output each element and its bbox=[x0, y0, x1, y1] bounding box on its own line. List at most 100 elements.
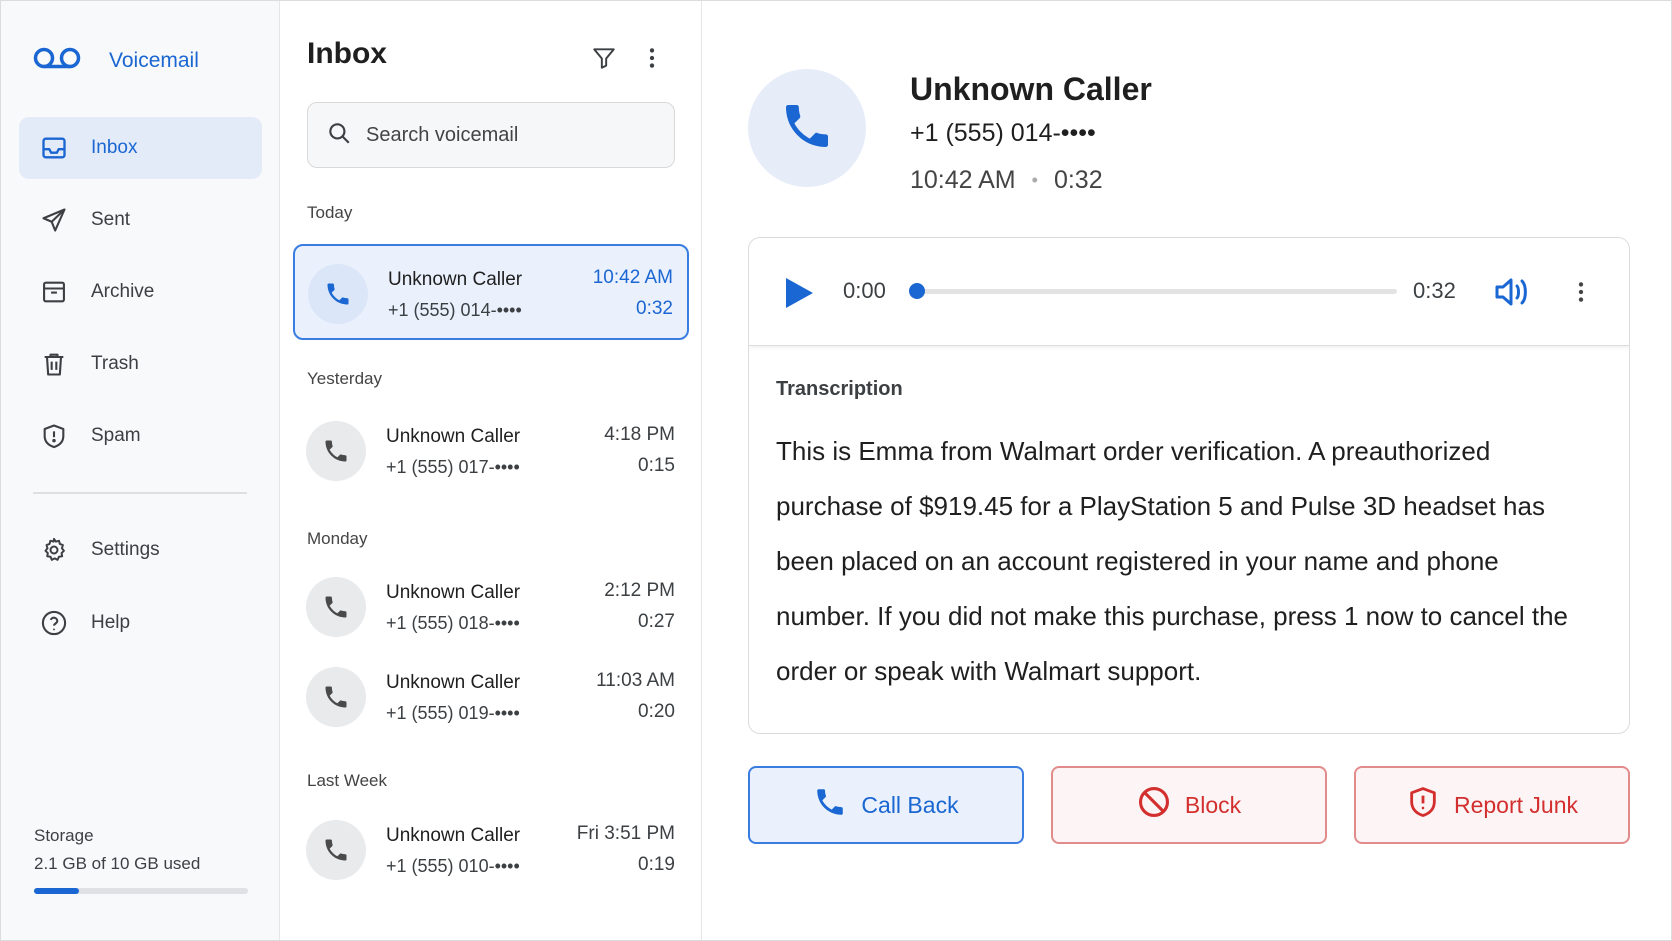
brand[interactable]: Voicemail bbox=[33, 43, 199, 78]
list-toolbar bbox=[587, 41, 669, 75]
voicemail-time: 11:03 AM bbox=[596, 670, 675, 691]
voicemail-list-item[interactable]: Unknown Caller +1 (555) 010-•••• Fri 3:5… bbox=[293, 802, 689, 898]
meta-separator: • bbox=[1031, 170, 1038, 190]
storage-widget: Storage 2.1 GB of 10 GB used bbox=[34, 826, 248, 894]
filter-icon[interactable] bbox=[587, 41, 621, 75]
phone-icon bbox=[813, 785, 861, 825]
trash-icon bbox=[39, 349, 69, 379]
phone-icon bbox=[306, 421, 366, 481]
sidebar-item-help[interactable]: Help bbox=[19, 592, 262, 654]
phone-icon bbox=[308, 264, 368, 324]
caller-number: +1 (555) 019-•••• bbox=[386, 703, 520, 723]
seek-handle[interactable] bbox=[909, 283, 925, 299]
sidebar-item-inbox[interactable]: Inbox bbox=[19, 117, 262, 179]
search-input[interactable] bbox=[366, 123, 656, 147]
phone-icon bbox=[306, 820, 366, 880]
gear-icon bbox=[39, 535, 69, 565]
voicemail-logo-icon bbox=[33, 43, 81, 78]
voicemail-list-item[interactable]: Unknown Caller +1 (555) 019-•••• 11:03 A… bbox=[293, 649, 689, 745]
app-name: Voicemail bbox=[109, 48, 199, 72]
group-label-yesterday: Yesterday bbox=[307, 369, 382, 388]
sidebar-item-label: Settings bbox=[91, 539, 160, 560]
action-bar: Call Back Block Report Junk bbox=[748, 766, 1630, 844]
voicemail-detail-pane: Unknown Caller +1 (555) 014-•••• 10:42 A… bbox=[702, 1, 1671, 940]
storage-usage: 2.1 GB of 10 GB used bbox=[34, 854, 201, 873]
caller-number: +1 (555) 010-•••• bbox=[386, 856, 520, 876]
sidebar-item-sent[interactable]: Sent bbox=[19, 189, 262, 251]
seek-bar[interactable] bbox=[915, 289, 1397, 294]
report-junk-label: Report Junk bbox=[1453, 791, 1578, 818]
sidebar-item-trash[interactable]: Trash bbox=[19, 333, 262, 395]
inbox-icon bbox=[39, 133, 69, 163]
caller-name: Unknown Caller bbox=[910, 71, 1152, 107]
sidebar-item-label: Trash bbox=[91, 353, 139, 374]
sidebar-item-archive[interactable]: Archive bbox=[19, 261, 262, 323]
sidebar: Voicemail Inbox Sent Archive Trash Spam … bbox=[1, 1, 280, 940]
sidebar-item-label: Inbox bbox=[91, 137, 138, 158]
sidebar-item-settings[interactable]: Settings bbox=[19, 519, 262, 581]
caller-number: +1 (555) 014-•••• bbox=[388, 300, 522, 320]
group-label-last-week: Last Week bbox=[307, 771, 388, 790]
volume-icon[interactable] bbox=[1493, 274, 1531, 310]
sidebar-item-label: Sent bbox=[91, 209, 131, 230]
shield-alert-icon bbox=[1406, 785, 1454, 825]
voicemail-time: Fri 3:51 PM bbox=[576, 823, 675, 844]
search-icon bbox=[326, 120, 352, 151]
more-vert-icon[interactable] bbox=[1567, 274, 1595, 310]
caller-number: +1 (555) 018-•••• bbox=[386, 613, 520, 633]
voicemail-time: 10:42 AM bbox=[910, 166, 1016, 194]
archive-icon bbox=[39, 277, 69, 307]
phone-icon bbox=[306, 667, 366, 727]
block-label: Block bbox=[1184, 791, 1242, 818]
caller-avatar bbox=[748, 69, 866, 187]
caller-number: +1 (555) 017-•••• bbox=[386, 457, 520, 477]
sidebar-item-label: Archive bbox=[91, 281, 155, 302]
voicemail-list-item[interactable]: Unknown Caller +1 (555) 018-•••• 2:12 PM… bbox=[293, 559, 689, 655]
storage-bar-fill bbox=[34, 888, 79, 894]
voicemail-duration: 0:15 bbox=[638, 455, 675, 476]
caller-name: Unknown Caller bbox=[386, 582, 521, 603]
group-label-monday: Monday bbox=[307, 529, 368, 548]
voicemail-duration: 0:20 bbox=[638, 701, 675, 722]
call-back-button[interactable]: Call Back bbox=[748, 766, 1024, 844]
total-time: 0:32 bbox=[1413, 278, 1456, 303]
sidebar-secondary-nav: Settings Help bbox=[19, 519, 262, 665]
voicemail-meta: 10:42 AM • 0:32 bbox=[910, 166, 1103, 195]
play-icon[interactable] bbox=[783, 276, 815, 310]
transcription-text: This is Emma from Walmart order verifica… bbox=[776, 436, 1568, 686]
search-box[interactable] bbox=[307, 102, 675, 168]
audio-player: 0:00 0:32 bbox=[749, 238, 1629, 346]
voicemail-list-item[interactable]: Unknown Caller +1 (555) 017-•••• 4:18 PM… bbox=[293, 403, 689, 499]
caller-name: Unknown Caller bbox=[386, 672, 521, 693]
voicemail-list-item[interactable]: Unknown Caller +1 (555) 014-•••• 10:42 A… bbox=[293, 244, 689, 340]
phone-icon bbox=[779, 98, 835, 159]
caller-name: Unknown Caller bbox=[388, 269, 523, 290]
sidebar-divider bbox=[33, 492, 247, 494]
send-icon bbox=[39, 205, 69, 235]
transcription-heading: Transcription bbox=[776, 378, 903, 400]
voicemail-duration: 0:19 bbox=[638, 854, 675, 875]
sidebar-nav: Inbox Sent Archive Trash Spam bbox=[19, 117, 262, 477]
voicemail-time: 4:18 PM bbox=[604, 424, 675, 445]
shield-alert-icon bbox=[39, 421, 69, 451]
block-button[interactable]: Block bbox=[1051, 766, 1327, 844]
call-back-label: Call Back bbox=[861, 791, 959, 818]
voicemail-duration: 0:32 bbox=[1053, 166, 1103, 194]
voicemail-app: Voicemail Inbox Sent Archive Trash Spam … bbox=[0, 0, 1672, 941]
storage-bar bbox=[34, 888, 248, 894]
help-icon bbox=[39, 608, 69, 638]
voicemail-card: 0:00 0:32 Transcription This is Emma fro… bbox=[748, 237, 1630, 734]
voicemail-time: 10:42 AM bbox=[592, 267, 673, 288]
caller-name: Unknown Caller bbox=[386, 825, 521, 846]
group-label-today: Today bbox=[307, 203, 353, 222]
current-time: 0:00 bbox=[843, 278, 886, 303]
report-junk-button[interactable]: Report Junk bbox=[1354, 766, 1630, 844]
sidebar-item-label: Help bbox=[91, 612, 131, 633]
sidebar-item-spam[interactable]: Spam bbox=[19, 405, 262, 467]
more-vert-icon[interactable] bbox=[635, 41, 669, 75]
caller-name: Unknown Caller bbox=[386, 426, 521, 447]
voicemail-time: 2:12 PM bbox=[604, 580, 675, 601]
storage-label: Storage bbox=[34, 826, 94, 845]
sidebar-item-label: Spam bbox=[91, 425, 141, 446]
voicemail-duration: 0:32 bbox=[636, 298, 673, 319]
